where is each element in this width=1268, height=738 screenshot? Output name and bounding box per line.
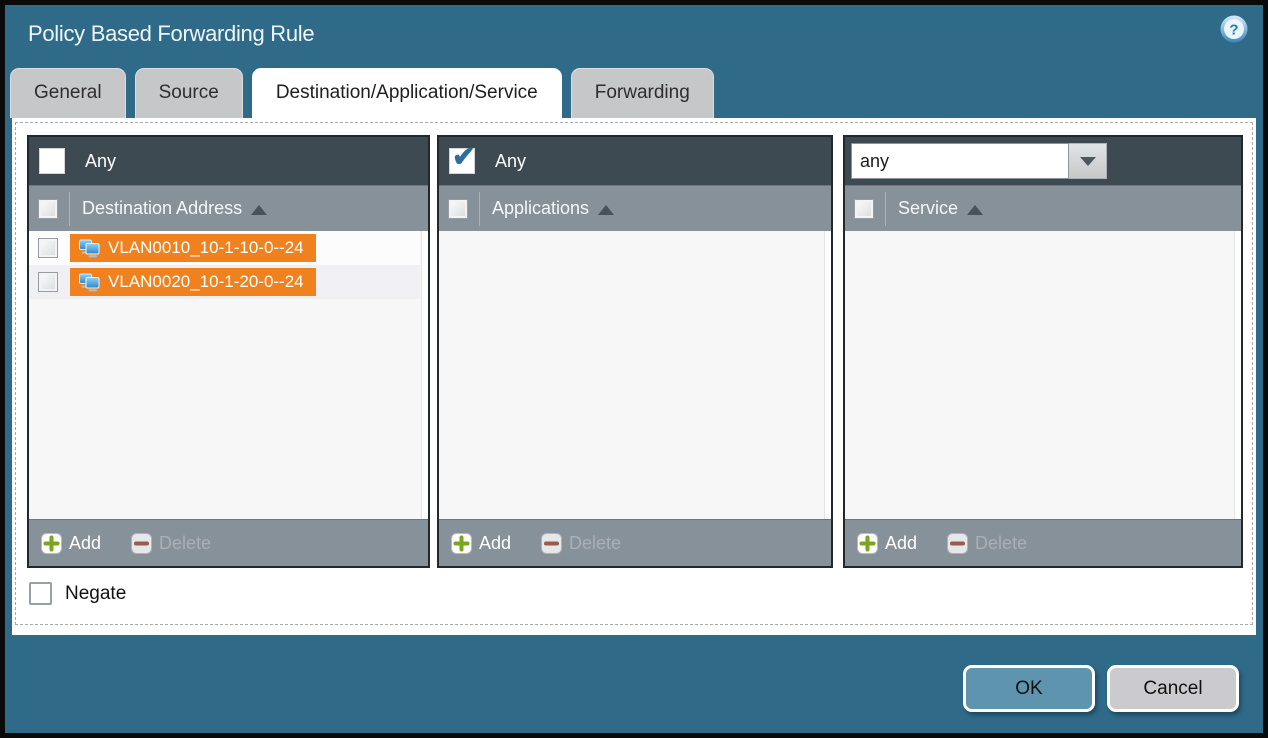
service-column-header[interactable]: Service	[845, 185, 1241, 231]
destination-any-checkbox[interactable]	[39, 148, 65, 174]
tab-bar: General Source Destination/Application/S…	[10, 68, 714, 118]
svg-text:?: ?	[1229, 22, 1238, 39]
address-object-chip[interactable]: VLAN0020_10-1-20-0--24	[70, 268, 316, 296]
service-add-button[interactable]: Add	[857, 533, 917, 554]
negate-option: Negate	[29, 582, 126, 605]
destination-address-row[interactable]: VLAN0010_10-1-10-0--24	[29, 231, 420, 265]
add-label: Add	[885, 533, 917, 554]
destination-address-header-label: Destination Address	[82, 198, 242, 219]
tab-destination-application-service[interactable]: Destination/Application/Service	[252, 68, 562, 120]
destination-add-button[interactable]: Add	[41, 533, 101, 554]
sort-ascending-icon[interactable]	[251, 205, 267, 215]
address-object-chip[interactable]: VLAN0010_10-1-10-0--24	[70, 234, 316, 262]
dialog-titlebar: Policy Based Forwarding Rule ?	[5, 5, 1263, 67]
applications-column-header[interactable]: Applications	[439, 185, 831, 231]
destination-address-panel: Any Destination Address	[27, 135, 430, 568]
scrollbar-gutter	[421, 231, 428, 519]
service-footer: Add Delete	[845, 519, 1241, 566]
scrollbar-gutter	[1234, 231, 1241, 519]
applications-any-row: Any	[439, 137, 831, 185]
cancel-button[interactable]: Cancel	[1107, 665, 1239, 712]
add-icon	[857, 533, 878, 554]
add-icon	[451, 533, 472, 554]
negate-checkbox[interactable]	[29, 582, 52, 605]
delete-label: Delete	[159, 533, 211, 554]
applications-header-label: Applications	[492, 198, 589, 219]
applications-select-all-checkbox[interactable]	[448, 199, 468, 219]
applications-add-button[interactable]: Add	[451, 533, 511, 554]
destination-address-list: VLAN0010_10-1-10-0--24	[29, 231, 428, 519]
negate-label: Negate	[65, 583, 126, 605]
delete-icon	[131, 533, 152, 554]
service-dropdown-row	[845, 137, 1241, 185]
applications-panel: Any Applications Add	[437, 135, 833, 568]
service-list	[845, 231, 1241, 519]
service-dropdown-button[interactable]	[1069, 143, 1107, 179]
help-icon[interactable]: ?	[1219, 14, 1249, 44]
service-delete-button[interactable]: Delete	[947, 533, 1027, 554]
chevron-down-icon	[1080, 157, 1096, 166]
destination-any-label: Any	[85, 151, 116, 172]
network-icon	[77, 273, 101, 292]
destination-address-row[interactable]: VLAN0020_10-1-20-0--24	[29, 265, 420, 299]
service-select-all-checkbox[interactable]	[854, 199, 874, 219]
destination-footer: Add Delete	[29, 519, 428, 566]
applications-delete-button[interactable]: Delete	[541, 533, 621, 554]
dialog-title: Policy Based Forwarding Rule	[28, 21, 314, 47]
ok-button[interactable]: OK	[963, 665, 1095, 712]
service-panel: Service Add	[843, 135, 1243, 568]
policy-based-forwarding-dialog: Policy Based Forwarding Rule ? General S…	[0, 0, 1268, 738]
header-separator	[479, 192, 480, 226]
header-separator	[69, 192, 70, 226]
tab-source[interactable]: Source	[135, 68, 243, 118]
sort-ascending-icon[interactable]	[967, 205, 983, 215]
add-icon	[41, 533, 62, 554]
destination-select-all-checkbox[interactable]	[38, 199, 58, 219]
network-icon	[77, 239, 101, 258]
address-object-label: VLAN0010_10-1-10-0--24	[108, 238, 304, 258]
service-dropdown-input[interactable]	[851, 143, 1069, 179]
row-checkbox[interactable]	[38, 238, 58, 258]
delete-icon	[541, 533, 562, 554]
header-separator	[885, 192, 886, 226]
destination-delete-button[interactable]: Delete	[131, 533, 211, 554]
delete-icon	[947, 533, 968, 554]
service-header-label: Service	[898, 198, 958, 219]
sort-ascending-icon[interactable]	[598, 205, 614, 215]
applications-list	[439, 231, 831, 519]
tab-general[interactable]: General	[10, 68, 126, 118]
add-label: Add	[69, 533, 101, 554]
applications-any-label: Any	[495, 151, 526, 172]
applications-footer: Add Delete	[439, 519, 831, 566]
destination-address-column-header[interactable]: Destination Address	[29, 185, 428, 231]
scrollbar-gutter	[824, 231, 831, 519]
address-object-label: VLAN0020_10-1-20-0--24	[108, 272, 304, 292]
applications-any-checkbox[interactable]	[449, 148, 475, 174]
tab-forwarding[interactable]: Forwarding	[571, 68, 714, 118]
delete-label: Delete	[975, 533, 1027, 554]
destination-any-row: Any	[29, 137, 428, 185]
row-checkbox[interactable]	[38, 272, 58, 292]
tab-content: Any Destination Address	[12, 118, 1256, 635]
delete-label: Delete	[569, 533, 621, 554]
add-label: Add	[479, 533, 511, 554]
